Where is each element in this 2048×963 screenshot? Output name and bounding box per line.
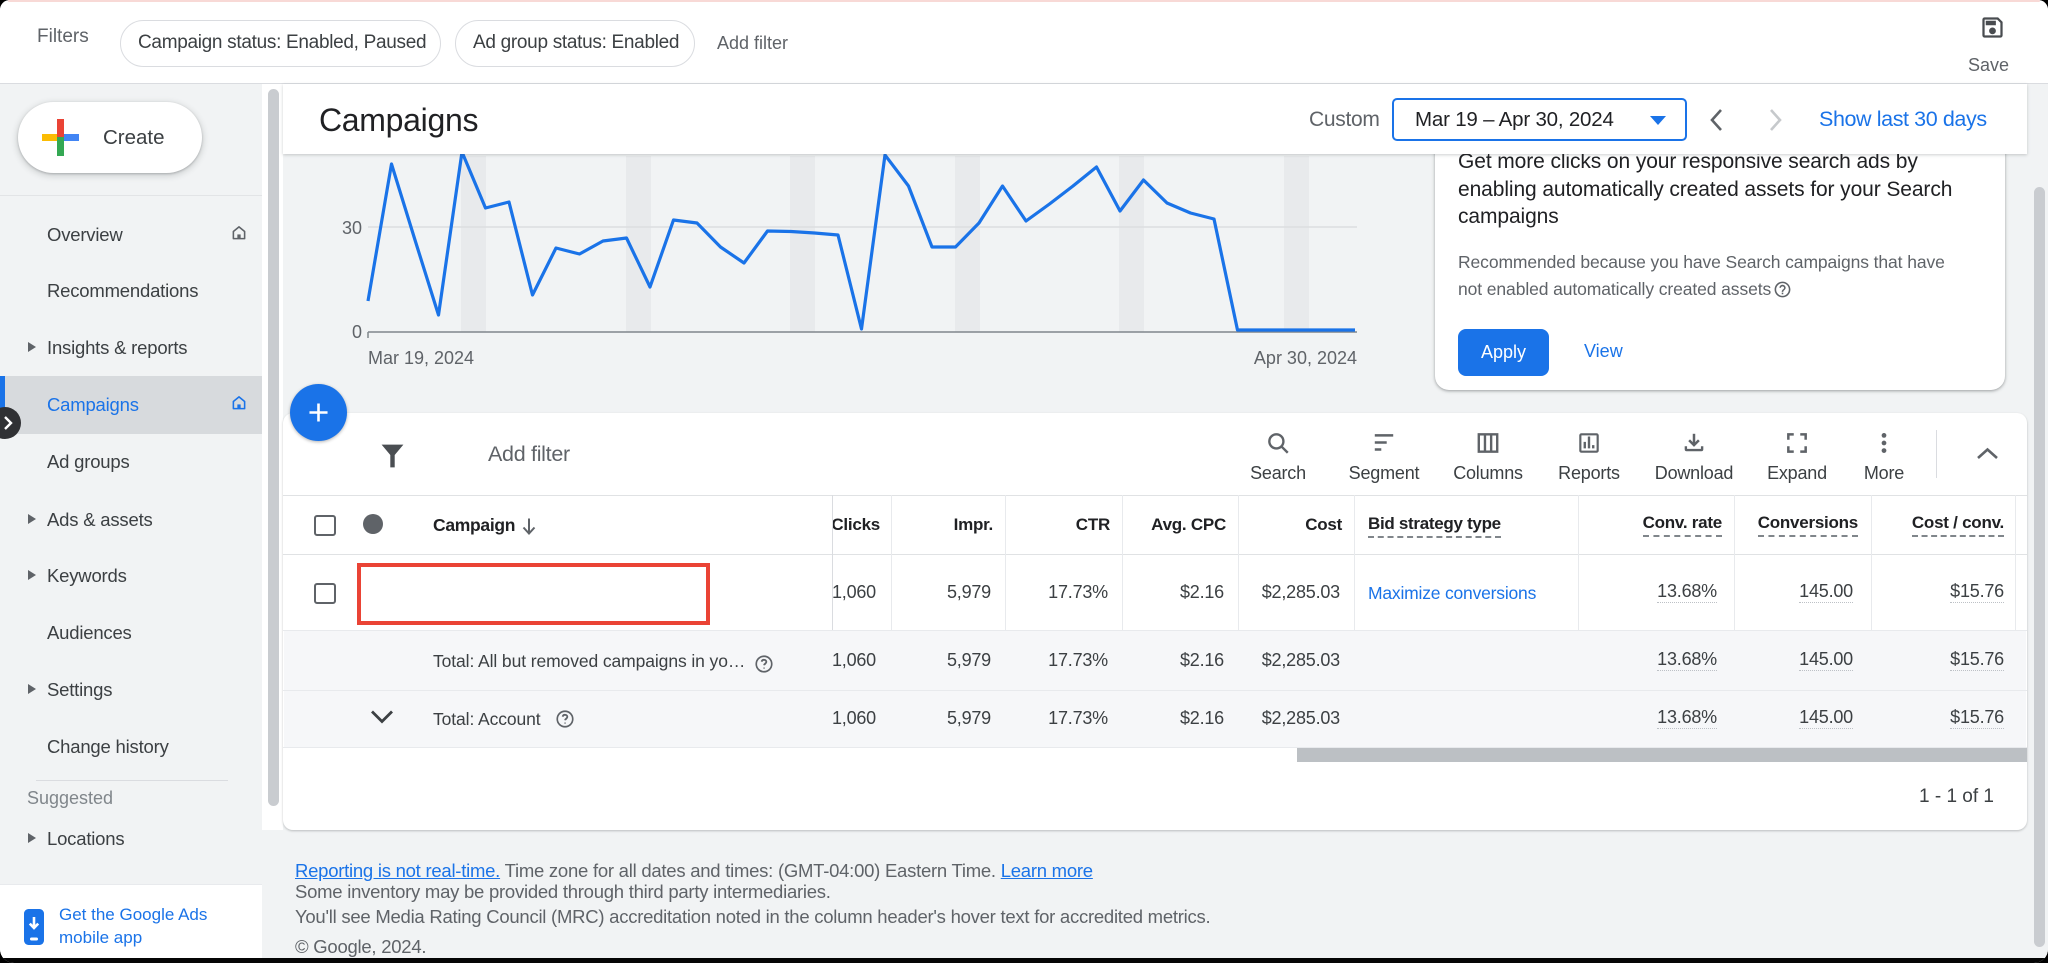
svg-text:Apr 30, 2024: Apr 30, 2024 bbox=[1254, 348, 1357, 368]
svg-text:30: 30 bbox=[342, 218, 362, 238]
svg-text:Mar 19, 2024: Mar 19, 2024 bbox=[368, 348, 474, 368]
svg-text:0: 0 bbox=[352, 322, 362, 342]
